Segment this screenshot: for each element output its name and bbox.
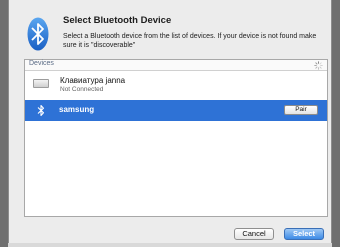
dialog-title: Select Bluetooth Device: [63, 15, 172, 26]
pair-button[interactable]: Pair: [284, 105, 318, 115]
device-status: Not Connected: [60, 86, 104, 93]
select-button[interactable]: Select: [284, 228, 324, 240]
bluetooth-icon: [37, 104, 45, 117]
device-name: Клавиатура janna: [60, 76, 126, 85]
keyboard-icon: [33, 79, 49, 88]
device-list[interactable]: Devices Клавиатура janna Not Connected s…: [24, 59, 328, 217]
bluetooth-dialog: Select Bluetooth Device Select a Bluetoo…: [8, 0, 332, 247]
bluetooth-icon: [27, 17, 49, 51]
cancel-button[interactable]: Cancel: [234, 228, 274, 240]
dialog-description: Select a Bluetooth device from the list …: [63, 33, 317, 49]
device-row-keyboard[interactable]: Клавиатура janna Not Connected: [25, 72, 327, 97]
device-list-header: Devices: [25, 60, 327, 71]
device-row-samsung[interactable]: samsung Pair: [25, 100, 327, 121]
device-name: samsung: [59, 105, 95, 114]
devices-header-label: Devices: [29, 60, 54, 67]
spinner-icon: [314, 61, 323, 70]
